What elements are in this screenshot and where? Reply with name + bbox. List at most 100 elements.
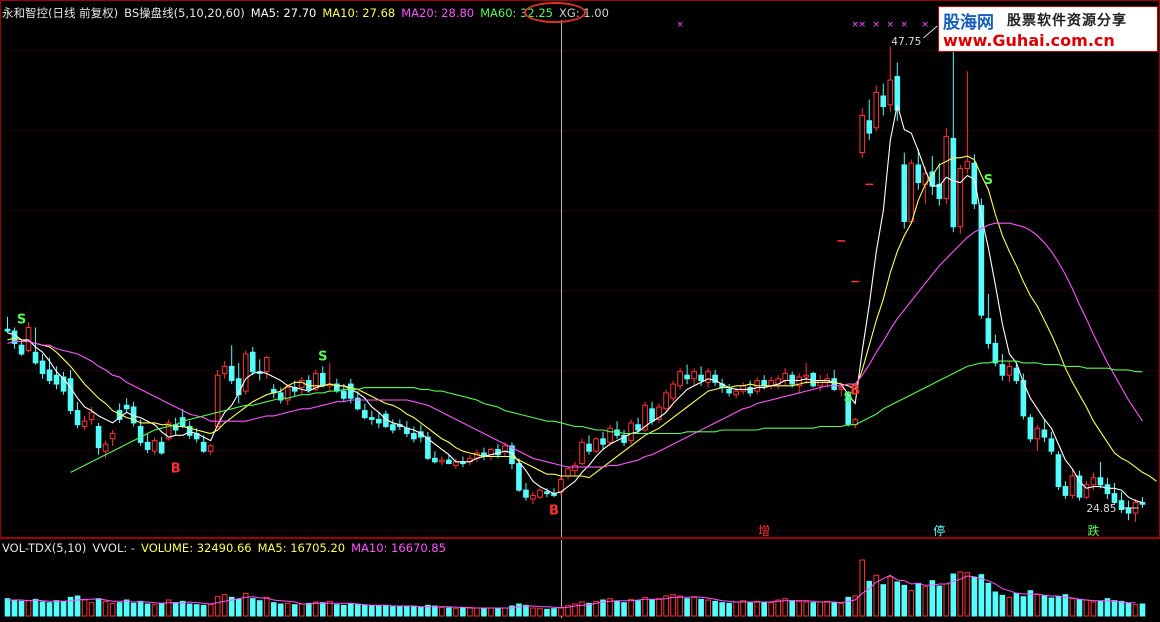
candle	[957, 164, 964, 234]
volume-bar	[333, 604, 340, 617]
volume-bar	[558, 606, 564, 617]
volume-bar	[579, 601, 585, 617]
volume-bar	[1139, 603, 1146, 617]
candle	[235, 362, 242, 404]
volume-bar	[992, 591, 999, 617]
candle	[600, 431, 606, 450]
volume-bar	[418, 606, 424, 617]
volume-bar	[726, 602, 732, 617]
candle	[256, 359, 263, 381]
candle-body	[362, 410, 368, 419]
volume-bar	[488, 607, 494, 617]
vol-indicator-name: VOL-TDX(5,10)	[2, 541, 87, 555]
volume-bar	[845, 596, 852, 617]
candle-body	[242, 353, 249, 392]
volume-bar	[1041, 595, 1048, 617]
volume-bar	[362, 604, 368, 617]
volume-bar	[235, 598, 242, 617]
buy-signal: B	[850, 384, 860, 399]
volume-bar	[817, 601, 824, 617]
candle	[880, 83, 887, 116]
volume-bar	[880, 584, 887, 617]
volume-bar	[291, 604, 298, 617]
candle-body	[200, 441, 207, 452]
candle	[887, 46, 894, 112]
candle	[1048, 431, 1055, 455]
candle	[319, 366, 326, 388]
vol-ma5-value: MA5: 16705.20	[257, 541, 346, 555]
volume-bar	[390, 606, 396, 617]
candle	[1055, 451, 1062, 491]
volume-bar	[481, 608, 487, 617]
candle	[39, 354, 46, 379]
volume-bar	[922, 586, 929, 617]
candle-body	[565, 468, 571, 477]
candle	[985, 293, 992, 349]
volume-bar	[495, 608, 501, 617]
volume-bar	[768, 602, 774, 617]
vol-ma10-value: MA10: 16670.85	[351, 541, 446, 555]
high-price-label: 47.75	[891, 36, 921, 48]
volume-bar	[950, 573, 957, 617]
buy-signal: B	[171, 461, 181, 476]
candle	[249, 346, 256, 376]
ma10-value: MA10: 27.68	[322, 6, 396, 20]
candle-body	[1139, 501, 1146, 505]
candle-body	[733, 390, 739, 396]
candle-body	[298, 380, 305, 389]
candle-body	[1090, 477, 1097, 486]
candle-body	[32, 351, 39, 364]
volume-indicator-header: VOL-TDX(5,10) VVOL: - VOLUME: 32490.66 MA5:…	[2, 541, 452, 555]
candle-body	[369, 417, 375, 420]
xg-marker: ×	[887, 20, 895, 30]
candle	[663, 389, 669, 413]
kline-chart[interactable]: SBSBSBS×××××××××47.7524.85增停跌	[0, 0, 1160, 618]
volume-bar	[193, 604, 200, 617]
candle	[768, 376, 774, 390]
candle	[25, 322, 32, 353]
candle	[579, 438, 585, 466]
volume-bar	[137, 600, 144, 617]
volume-bar	[887, 576, 894, 617]
volume-bar	[859, 559, 866, 617]
candle-body	[207, 445, 214, 452]
candle-body	[516, 463, 522, 491]
candle	[586, 435, 592, 455]
candle-body	[263, 357, 270, 373]
candle-body	[144, 441, 151, 450]
volume-bar	[25, 600, 32, 617]
candle	[1083, 481, 1090, 499]
candle-body	[214, 374, 221, 427]
stock-chart[interactable]: SBSBSBS×××××××××47.7524.85增停跌 永和智控(日线 前复…	[0, 0, 1160, 618]
volume-bar	[523, 604, 529, 617]
volume-bar	[775, 599, 781, 617]
candle-body	[67, 378, 74, 412]
volume-bar	[102, 600, 109, 617]
ma-line-ma20	[7, 222, 1143, 468]
candle-body	[53, 374, 60, 385]
watermark-brand: 股海网	[943, 13, 994, 33]
candle-body	[649, 408, 655, 422]
volume-bar	[130, 602, 137, 617]
candle-body	[1034, 427, 1041, 440]
candle-body	[74, 410, 81, 426]
candle-body	[1006, 365, 1013, 376]
volume-bar	[81, 599, 88, 617]
volume-bar	[109, 602, 116, 617]
candle-body	[705, 371, 711, 383]
candle-body	[628, 422, 634, 442]
candle	[221, 361, 228, 379]
volume-bar	[537, 608, 543, 617]
candle-body	[446, 459, 452, 465]
sell-signal: S	[17, 313, 26, 328]
candle-body	[600, 438, 606, 445]
volume-bar	[46, 602, 53, 617]
volume-bar	[929, 580, 936, 617]
xg-highlight-ring	[524, 2, 586, 23]
candle-body	[964, 160, 971, 169]
volume-bar	[502, 607, 508, 617]
volume-bar	[733, 601, 739, 617]
xg-marker: ×	[676, 20, 684, 30]
volume-bar	[698, 598, 704, 617]
candle-body	[390, 424, 396, 431]
